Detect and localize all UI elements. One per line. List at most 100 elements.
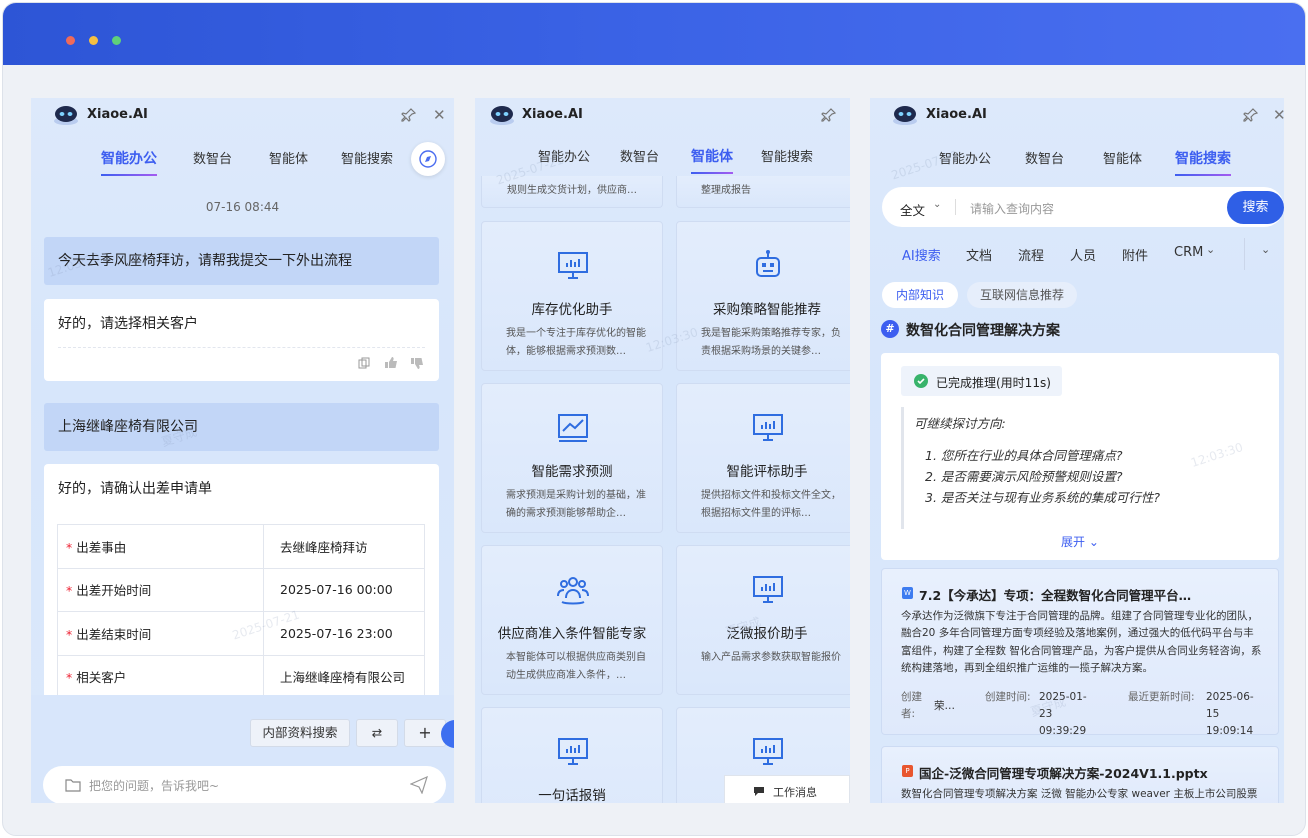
divider [955, 199, 956, 215]
agent-card[interactable]: 库存优化助手 我是一个专注于库存优化的智能体，能够根据需求预测数… [481, 221, 663, 371]
chat-input[interactable]: 把您的问题，告诉我吧~ [89, 777, 219, 794]
agent-card-title: 库存优化助手 [531, 302, 613, 318]
agent-card[interactable]: 智能评标助手 提供招标文件和投标文件全文，根据招标文件里的评标… [676, 383, 850, 533]
table-row[interactable]: * 出差开始时间 2025-07-16 00:00 [57, 567, 425, 612]
chip-internet-recommend[interactable]: 互联网信息推荐 [967, 282, 1077, 308]
subtab-ai-search[interactable]: AI搜索 [902, 245, 941, 264]
add-button[interactable]: + [404, 719, 446, 747]
reasoning-status: 已完成推理(用时11s) [901, 366, 1062, 396]
agent-card[interactable]: 供应商准入条件智能专家 本智能体可以根据供应商类别自动生成供应商准入条件，… [481, 545, 663, 695]
send-icon[interactable] [410, 776, 428, 794]
pin-icon[interactable] [401, 107, 417, 123]
assistant-message-text: 好的，请确认出差申请单 [58, 481, 212, 497]
chat-input-bar[interactable]: 把您的问题，告诉我吧~ [43, 766, 446, 803]
tab-agents[interactable]: 智能体 [691, 146, 733, 174]
result-body: 数智化合同管理专项解决方案 泛微 智能办公专家 weaver 主板上市公司股票代… [901, 788, 1258, 800]
subtab-process[interactable]: 流程 [1018, 245, 1044, 264]
maximize-dot-icon[interactable] [112, 36, 121, 45]
monitor-chart-icon [753, 576, 783, 603]
direction-item[interactable]: 2. 是否需要演示风险预警规则设置? [925, 466, 1123, 485]
subtab-docs[interactable]: 文档 [966, 245, 992, 264]
agent-card-title: 一句话报销 [538, 788, 606, 803]
double-chevron-down-icon: ⌄ [1088, 535, 1099, 549]
creator-value: 荣… [934, 700, 955, 712]
thumbs-up-icon[interactable] [384, 356, 398, 369]
result-title[interactable]: 7.2【今承达】专项：全程数智化合同管理平台… [919, 585, 1191, 604]
quote-bar [901, 407, 904, 529]
agent-card-desc: 需求预测是采购计划的基础，准确的需求预测能够帮助企… [506, 490, 646, 519]
tab-smart-office[interactable]: 智能办公 [538, 146, 590, 165]
agent-card[interactable]: 整理成报告 [676, 176, 850, 208]
table-row[interactable]: * 相关客户 上海继峰座椅有限公司 [57, 654, 425, 699]
field-value[interactable]: 2025-07-16 00:00 [280, 582, 393, 597]
pin-icon[interactable] [1243, 107, 1259, 123]
tab-agents[interactable]: 智能体 [269, 148, 308, 167]
main-tabs: 智能办公 数智台 智能体 智能搜索 [870, 142, 1284, 178]
pin-icon[interactable] [821, 107, 837, 123]
check-circle-icon [914, 374, 928, 388]
agent-card[interactable]: 规则生成交货计划，供应商… [481, 176, 663, 208]
direction-item[interactable]: 3. 是否关注与现有业务系统的集成可行性? [925, 487, 1160, 506]
thumbs-down-icon[interactable] [410, 357, 424, 370]
tab-smart-office[interactable]: 智能办公 [939, 148, 991, 167]
table-row[interactable]: * 出差结束时间 2025-07-16 23:00 [57, 611, 425, 656]
search-button[interactable]: 搜索 [1227, 191, 1284, 224]
agent-card-title: 智能需求预测 [531, 464, 613, 480]
direction-item[interactable]: 1. 您所在行业的具体合同管理痛点? [925, 445, 1123, 464]
tab-smart-search[interactable]: 智能搜索 [1175, 148, 1231, 176]
search-result-card[interactable]: W 7.2【今承达】专项：全程数智化合同管理平台… 今承达作为泛微旗下专注于合同… [881, 568, 1279, 737]
subtab-people[interactable]: 人员 [1070, 245, 1096, 264]
copy-icon[interactable] [358, 357, 370, 369]
folder-icon[interactable] [65, 778, 81, 792]
chip-internal-knowledge[interactable]: 内部知识 [882, 282, 958, 308]
table-row[interactable]: * 出差事由 去继峰座椅拜访 [57, 524, 425, 569]
created-label: 创建时间: [985, 691, 1031, 703]
search-input[interactable]: 请输入查询内容 [970, 200, 1054, 217]
expand-label: 展开 [1061, 535, 1086, 549]
close-icon[interactable]: ✕ [433, 106, 446, 124]
switch-button[interactable]: ⇄ [356, 719, 398, 747]
agent-card[interactable]: 采购策略智能推荐 我是智能采购策略推荐专家，负责根据采购场景的关键参… [676, 221, 850, 371]
agent-card-title: 泛微报价助手 [726, 626, 808, 642]
close-icon[interactable]: ✕ [1273, 106, 1284, 124]
agent-card-desc: 整理成报告 [701, 185, 751, 196]
chevron-down-icon[interactable]: ⌄ [933, 199, 941, 210]
tab-smart-search[interactable]: 智能搜索 [761, 146, 813, 165]
agent-card[interactable]: 泛微报价助手 输入产品需求参数获取智能报价 [676, 545, 850, 695]
work-message-button[interactable]: 工作消息 [724, 775, 850, 803]
chevron-down-icon[interactable]: ⌄ [1261, 243, 1270, 256]
hash-icon: # [881, 320, 899, 338]
chevron-down-icon[interactable]: ⌄ [1206, 243, 1215, 256]
tab-data-platform[interactable]: 数智台 [1025, 148, 1064, 167]
tab-smart-office[interactable]: 智能办公 [101, 148, 157, 176]
ppt-doc-icon: P [902, 765, 913, 777]
assistant-message-text: 好的，请选择相关客户 [58, 316, 198, 332]
tab-data-platform[interactable]: 数智台 [193, 148, 232, 167]
internal-search-button[interactable]: 内部资料搜索 [250, 719, 350, 747]
field-label: 出差开始时间 [76, 583, 152, 599]
tab-smart-search[interactable]: 智能搜索 [341, 148, 393, 167]
brand-name: Xiaoe.AI [926, 107, 987, 122]
subtab-crm[interactable]: CRM [1174, 245, 1203, 260]
tab-agents[interactable]: 智能体 [1103, 148, 1142, 167]
expand-button[interactable]: 展开 ⌄ [1061, 533, 1099, 550]
field-value[interactable]: 上海继峰座椅有限公司 [280, 670, 405, 685]
agent-card[interactable]: 智能需求预测 需求预测是采购计划的基础，准确的需求预测能够帮助企… [481, 383, 663, 533]
compass-button[interactable] [411, 142, 445, 176]
field-value[interactable]: 去继峰座椅拜访 [280, 540, 368, 555]
panel-header: Xiaoe.AI ✕ [870, 98, 1284, 132]
creator-label: 创建者: [901, 691, 922, 720]
xiaoe-logo-icon [54, 106, 78, 125]
panel-header: Xiaoe.AI [475, 98, 850, 132]
divider [58, 347, 425, 348]
scope-select[interactable]: 全文 [900, 200, 925, 219]
field-value[interactable]: 2025-07-16 23:00 [280, 626, 393, 641]
result-title[interactable]: 国企-泛微合同管理专项解决方案-2024V1.1.pptx [919, 763, 1208, 782]
subtab-attachments[interactable]: 附件 [1122, 245, 1148, 264]
search-result-card[interactable]: P 国企-泛微合同管理专项解决方案-2024V1.1.pptx 数智化合同管理专… [881, 746, 1279, 803]
agent-card[interactable]: 一句话报销 [481, 707, 663, 803]
monitor-chart-icon [753, 414, 783, 441]
close-dot-icon[interactable] [66, 36, 75, 45]
minimize-dot-icon[interactable] [89, 36, 98, 45]
tab-data-platform[interactable]: 数智台 [620, 146, 659, 165]
